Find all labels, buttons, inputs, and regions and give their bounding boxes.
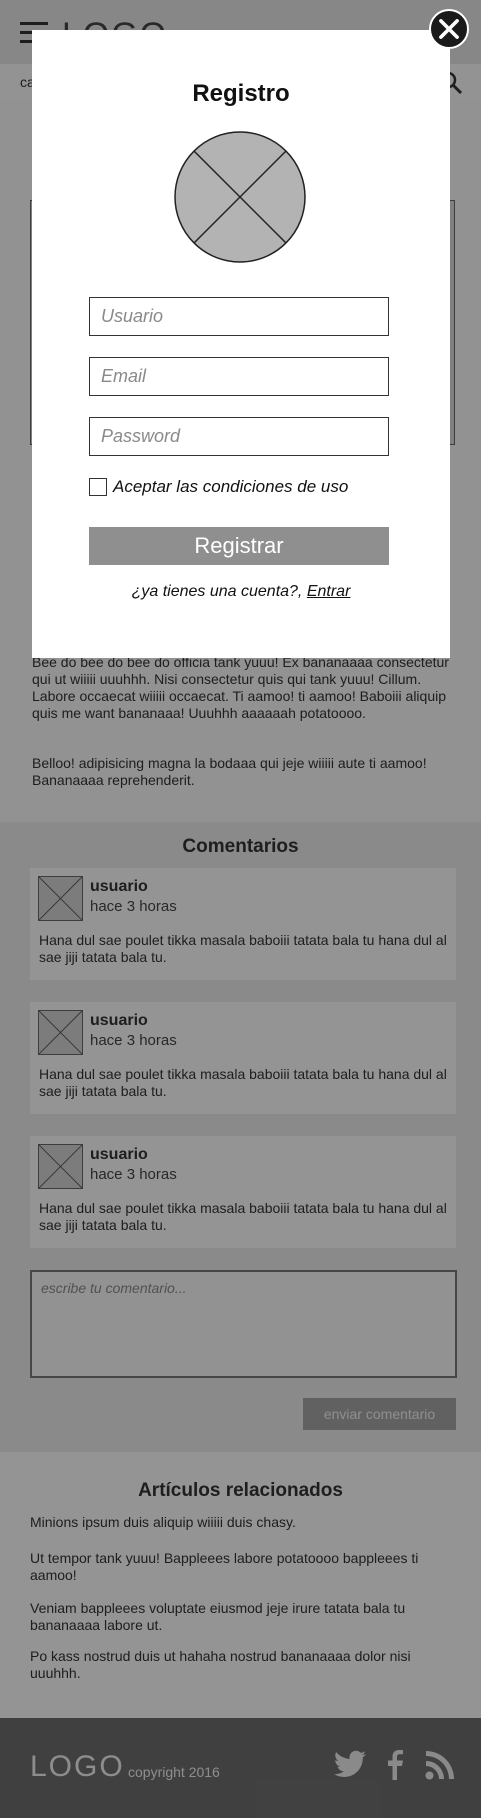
profile-image-placeholder-icon[interactable] xyxy=(173,130,307,264)
terms-checkbox[interactable] xyxy=(89,478,107,496)
username-field[interactable] xyxy=(89,297,389,336)
terms-label[interactable]: Aceptar las condiciones de uso xyxy=(113,477,348,497)
registration-modal: Registro Aceptar las condiciones de uso … xyxy=(32,30,450,658)
login-prompt: ¿ya tienes una cuenta?, Entrar xyxy=(32,583,450,601)
email-field[interactable] xyxy=(89,357,389,396)
register-button[interactable]: Registrar xyxy=(89,527,389,565)
login-link[interactable]: Entrar xyxy=(307,583,351,600)
close-icon[interactable] xyxy=(429,9,469,49)
modal-title: Registro xyxy=(192,80,290,107)
password-field[interactable] xyxy=(89,417,389,456)
login-prompt-text: ¿ya tienes una cuenta?, xyxy=(131,583,307,600)
terms-row: Aceptar las condiciones de uso xyxy=(89,477,348,497)
